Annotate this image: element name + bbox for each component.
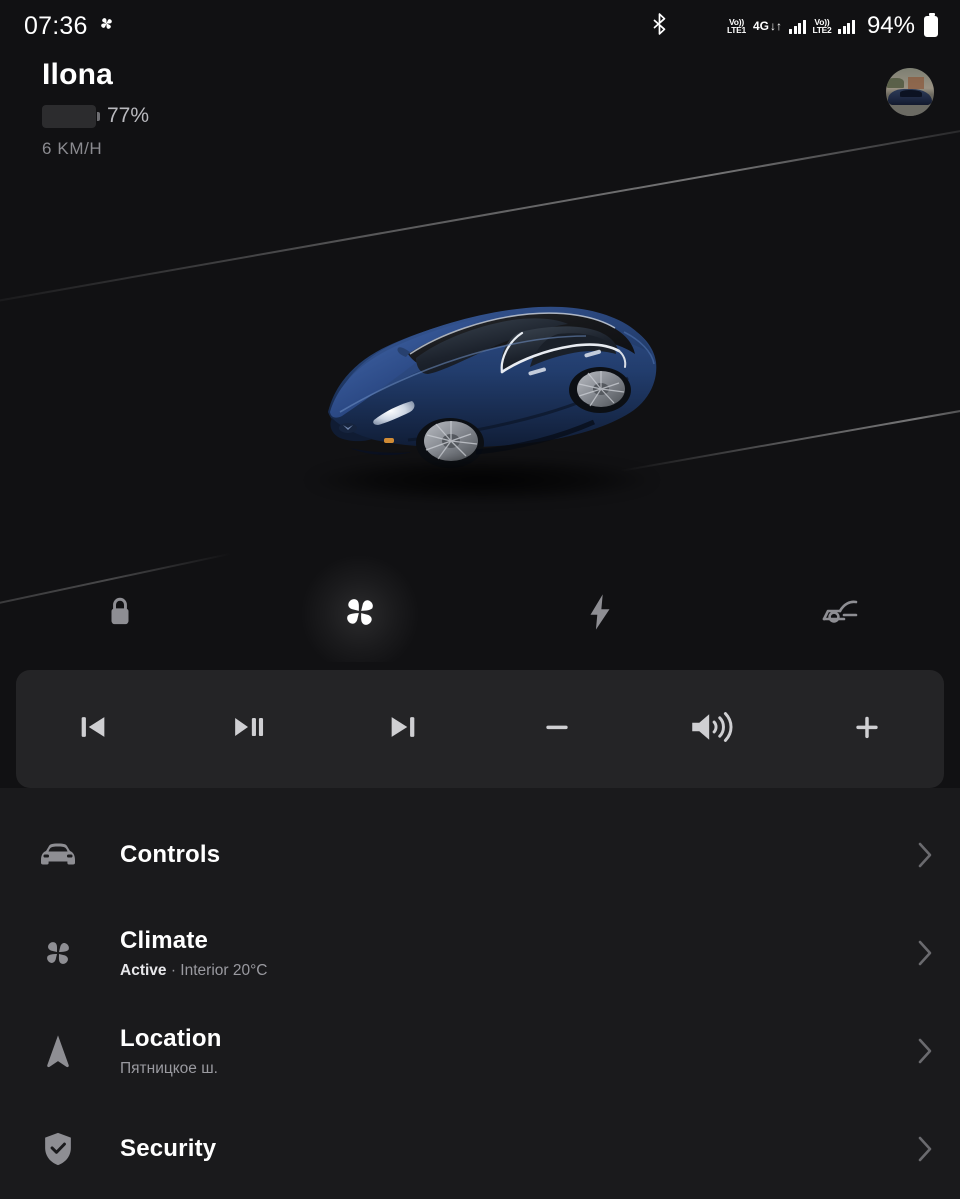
media-control-bar [16, 670, 944, 788]
chevron-right-icon [904, 938, 934, 968]
vehicle-name[interactable]: Ilona [42, 58, 149, 92]
quick-actions-bar [0, 554, 960, 662]
chevron-right-icon [904, 1134, 934, 1164]
fan-icon [98, 15, 115, 37]
volte-sim2-icon: Vo)) LTE2 [812, 16, 832, 35]
shield-check-icon [30, 1131, 86, 1167]
climate-status: Active [120, 961, 167, 979]
app-root: 07:36 Vo)) LTE1 4G ↓↑ Vo)) LTE2 94% Ilon… [0, 0, 960, 1199]
menu-item-text: Climate Active · Interior 20°C [86, 927, 904, 980]
menu-item-controls[interactable]: Controls [0, 806, 960, 904]
lock-icon [105, 595, 135, 634]
frunk-icon [818, 595, 862, 634]
menu-item-text: Controls [86, 841, 904, 869]
menu-item-security[interactable]: Security [0, 1100, 960, 1198]
signal-bars-sim2-icon [838, 19, 855, 34]
plus-icon [851, 711, 883, 748]
vehicle-hero: Ilona 77% 6 KM/H [0, 0, 960, 662]
menu-item-text: Security [86, 1135, 904, 1163]
fan-icon [340, 592, 380, 637]
car-front-icon [30, 842, 86, 868]
menu-item-text: Location Пятницкое ш. [86, 1025, 904, 1078]
lock-button[interactable] [0, 578, 240, 650]
navigation-arrow-icon [30, 1033, 86, 1069]
volte-sim1-icon: Vo)) LTE1 [727, 16, 746, 35]
bolt-icon [587, 593, 613, 636]
chevron-right-icon [904, 1036, 934, 1066]
fan-icon [30, 936, 86, 970]
speaker-button[interactable] [635, 670, 790, 788]
status-battery-percent: 94% [866, 12, 915, 39]
vehicle-image [288, 262, 678, 512]
menu-item-title: Location [120, 1024, 222, 1052]
menu-item-title: Security [120, 1135, 217, 1162]
menu-item-climate[interactable]: Climate Active · Interior 20°C [0, 904, 960, 1002]
vehicle-photo-avatar[interactable] [886, 68, 934, 116]
volume-icon [688, 707, 736, 752]
menu-list: Controls Climate Active · Interior 20°C … [0, 788, 960, 1199]
menu-item-location[interactable]: Location Пятницкое ш. [0, 1002, 960, 1100]
bluetooth-icon [651, 12, 668, 40]
status-bar-right: Vo)) LTE1 4G ↓↑ Vo)) LTE2 94% [651, 12, 938, 40]
menu-item-title: Controls [120, 841, 221, 868]
battery-level-icon [42, 104, 100, 128]
charging-button[interactable] [480, 578, 720, 650]
menu-item-title: Climate [120, 926, 209, 954]
play-pause-icon [230, 710, 266, 749]
signal-bars-sim1-icon [789, 19, 806, 34]
battery-level-label: 77% [107, 104, 150, 127]
volume-up-button[interactable] [789, 670, 944, 788]
network-type-indicator: 4G ↓↑ [752, 19, 782, 33]
battery-icon [924, 12, 938, 37]
next-track-button[interactable] [325, 670, 480, 788]
status-clock: 07:36 [24, 11, 88, 40]
climate-button[interactable] [240, 554, 480, 662]
vehicle-speed: 6 KM/H [42, 139, 103, 158]
menu-item-subtitle: Active · Interior 20°C [120, 962, 904, 980]
previous-track-button[interactable] [16, 670, 171, 788]
chevron-right-icon [904, 840, 934, 870]
vehicle-header: Ilona 77% 6 KM/H [42, 58, 149, 159]
menu-item-subtitle: Пятницкое ш. [120, 1059, 218, 1077]
climate-interior-temp: · Interior 20°C [166, 961, 268, 979]
skip-next-icon [386, 710, 420, 749]
minus-icon [541, 711, 573, 748]
play-pause-button[interactable] [171, 670, 326, 788]
status-bar-left: 07:36 [24, 12, 115, 41]
volume-down-button[interactable] [480, 670, 635, 788]
vehicle-battery[interactable]: 77% [42, 104, 149, 128]
data-transfer-arrows-icon: ↓↑ [770, 19, 782, 33]
frunk-button[interactable] [720, 578, 960, 650]
status-bar: 07:36 Vo)) LTE1 4G ↓↑ Vo)) LTE2 94% [0, 0, 960, 52]
skip-previous-icon [76, 710, 110, 749]
